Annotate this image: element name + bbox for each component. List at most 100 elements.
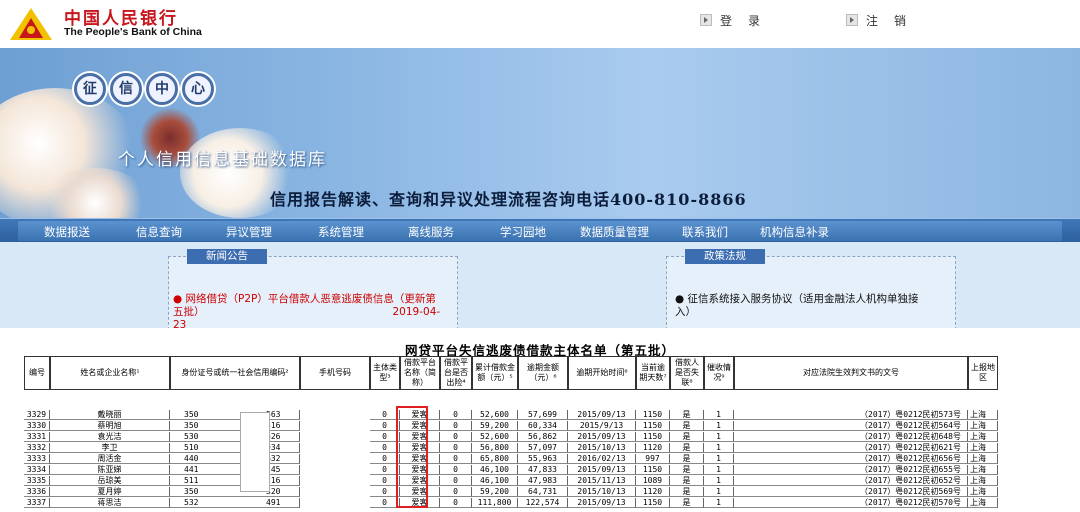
table-cell: 1150 <box>636 465 670 475</box>
table-cell: 上海 <box>968 476 998 486</box>
table-cell: 55,963 <box>518 454 568 464</box>
table-cell: 997 <box>636 454 670 464</box>
table-cell: 是 <box>670 498 704 508</box>
table-cell: 袁光洁 <box>50 432 170 442</box>
table-cell: 2015/09/13 <box>568 465 636 475</box>
policy-item[interactable]: ● 征信系统接入服务协议（适用金融法人机构单独接 入） <box>675 293 951 319</box>
banner-subtitle: 个人信用信息基础数据库 <box>118 150 327 170</box>
table-cell: 上海 <box>968 487 998 497</box>
logo-title-en: The People's Bank of China <box>64 26 202 38</box>
table-cell: 上海 <box>968 432 998 442</box>
table-cell: 65,800 <box>472 454 518 464</box>
nav-item-system[interactable]: 系统管理 <box>318 224 364 240</box>
nav-item-data-quality[interactable]: 数据质量管理 <box>580 224 649 240</box>
table-cell: 是 <box>670 487 704 497</box>
table-cell: 2016/02/13 <box>568 454 636 464</box>
table-cell: 122,574 <box>518 498 568 508</box>
nav-item-offline[interactable]: 离线服务 <box>408 224 454 240</box>
table-cell: 47,983 <box>518 476 568 486</box>
table-row: 3335 岳琼美 511 216 0 爱客 0 46,100 47,983 2015/11/13 1… <box>24 476 1052 486</box>
nav-item-org-info[interactable]: 机构信息补录 <box>760 224 829 240</box>
column-header: 借款平台是否出险⁴ <box>440 356 472 390</box>
table-cell: 2015/9/13 <box>568 421 636 431</box>
table-cell: 3335 <box>24 476 50 486</box>
table-cell: 1 <box>704 443 734 453</box>
news-area: 新闻公告 ● 网络借贷（P2P）平台借款人恶意逃废债信息（更新第 五批） 2019… <box>0 242 1080 332</box>
banner: 征 信 中 心 个人信用信息基础数据库 信用报告解读、查询和异议处理流程咨询电话… <box>0 48 1080 218</box>
table-cell: 1120 <box>636 443 670 453</box>
table-cell: 3332 <box>24 443 50 453</box>
nav-item-info-query[interactable]: 信息查询 <box>136 224 182 240</box>
table-cell: 47,833 <box>518 465 568 475</box>
table-cell: 0 <box>440 454 472 464</box>
table-cell: 上海 <box>968 443 998 453</box>
column-header: 累计借款金额（元）⁵ <box>472 356 518 390</box>
policy-panel-title: 政策法规 <box>685 249 765 264</box>
news-panel: 新闻公告 ● 网络借贷（P2P）平台借款人恶意逃废债信息（更新第 五批） 2019… <box>168 249 458 332</box>
table-cell: 1 <box>704 476 734 486</box>
table-cell: 3333 <box>24 454 50 464</box>
table-cell: 是 <box>670 432 704 442</box>
table-cell: 是 <box>670 454 704 464</box>
table-cell: 3336 <box>24 487 50 497</box>
table-cell: 是 <box>670 465 704 475</box>
table-cell: 1 <box>704 421 734 431</box>
nav-item-contact[interactable]: 联系我们 <box>682 224 728 240</box>
table-cell: 57,097 <box>518 443 568 453</box>
table-cell: 蒋思洁 <box>50 498 170 508</box>
table-cell: 是 <box>670 443 704 453</box>
table-cell: 夏月婷 <box>50 487 170 497</box>
table-cell: 1 <box>704 498 734 508</box>
table-cell: 3334 <box>24 465 50 475</box>
table-cell: 3331 <box>24 432 50 442</box>
table-row: 3333 周活金 440 632 0 爱客 0 65,800 55,963 2016/02/13 9… <box>24 454 1052 464</box>
logout-link[interactable]: 注销 <box>846 12 922 29</box>
nav-item-learning[interactable]: 学习园地 <box>500 224 546 240</box>
table-cell: 56,800 <box>472 443 518 453</box>
table-cell: 1 <box>704 410 734 420</box>
table-cell: 上海 <box>968 465 998 475</box>
login-link[interactable]: 登录 <box>700 12 776 29</box>
table-cell: 周活金 <box>50 454 170 464</box>
table-cell: 3337 <box>24 498 50 508</box>
table-cell: （2017）粤0212民初569号 <box>734 487 968 497</box>
table-cell: （2017）粤0212民初648号 <box>734 432 968 442</box>
arrow-right-icon <box>846 14 858 26</box>
nav-item-dispute[interactable]: 异议管理 <box>226 224 272 240</box>
table-cell: 陈亚娣 <box>50 465 170 475</box>
table-cell: 2015/11/13 <box>568 476 636 486</box>
table-cell: 60,334 <box>518 421 568 431</box>
news-panel-title: 新闻公告 <box>187 249 267 264</box>
table-cell: 上海 <box>968 454 998 464</box>
table-cell: 是 <box>670 410 704 420</box>
column-header: 身份证号或统一社会信用编码² <box>170 356 300 390</box>
table-cell: 111,800 <box>472 498 518 508</box>
column-header: 逾期金额（元）⁶ <box>518 356 568 390</box>
news-item[interactable]: ● 网络借贷（P2P）平台借款人恶意逃废债信息（更新第 五批） 2019-04-2… <box>173 293 453 332</box>
table-cell: 上海 <box>968 498 998 508</box>
table-cell: （2017）粤0212民初573号 <box>734 410 968 420</box>
table-cell: 52,600 <box>472 432 518 442</box>
table-cell: 57,699 <box>518 410 568 420</box>
table-cell: 0 <box>440 410 472 420</box>
table-cell: 3330 <box>24 421 50 431</box>
blacklist-sheet: 网贷平台失信逃废债借款主体名单（第五批） 编号 姓名或企业名称¹ 身份证号或统一社会… <box>0 328 1080 512</box>
redaction-block <box>240 412 270 492</box>
arrow-right-icon <box>700 14 712 26</box>
table-cell: 2015/09/13 <box>568 498 636 508</box>
table-cell: 2015/09/13 <box>568 432 636 442</box>
table-cell: 上海 <box>968 410 998 420</box>
table-cell: 2015/10/13 <box>568 443 636 453</box>
table-cell: 是 <box>670 421 704 431</box>
table-cell: 1089 <box>636 476 670 486</box>
pboc-emblem-icon <box>10 8 52 40</box>
blacklist-table: 编号 姓名或企业名称¹ 身份证号或统一社会信用编码² 手机号码 主体类型³ 借款平台名称（… <box>24 356 1052 512</box>
table-row: 3332 李卫 510 934 0 爱客 0 56,800 57,097 2015/10/13 11… <box>24 443 1052 453</box>
badge-char: 征 <box>74 73 106 105</box>
table-cell: 0 <box>440 421 472 431</box>
policy-panel: 政策法规 ● 征信系统接入服务协议（适用金融法人机构单独接 入） <box>666 249 956 330</box>
table-cell: 戴晓丽 <box>50 410 170 420</box>
table-cell: 491 <box>258 498 300 508</box>
nav-item-data-submit[interactable]: 数据报送 <box>44 224 90 240</box>
table-cell: 59,200 <box>472 487 518 497</box>
